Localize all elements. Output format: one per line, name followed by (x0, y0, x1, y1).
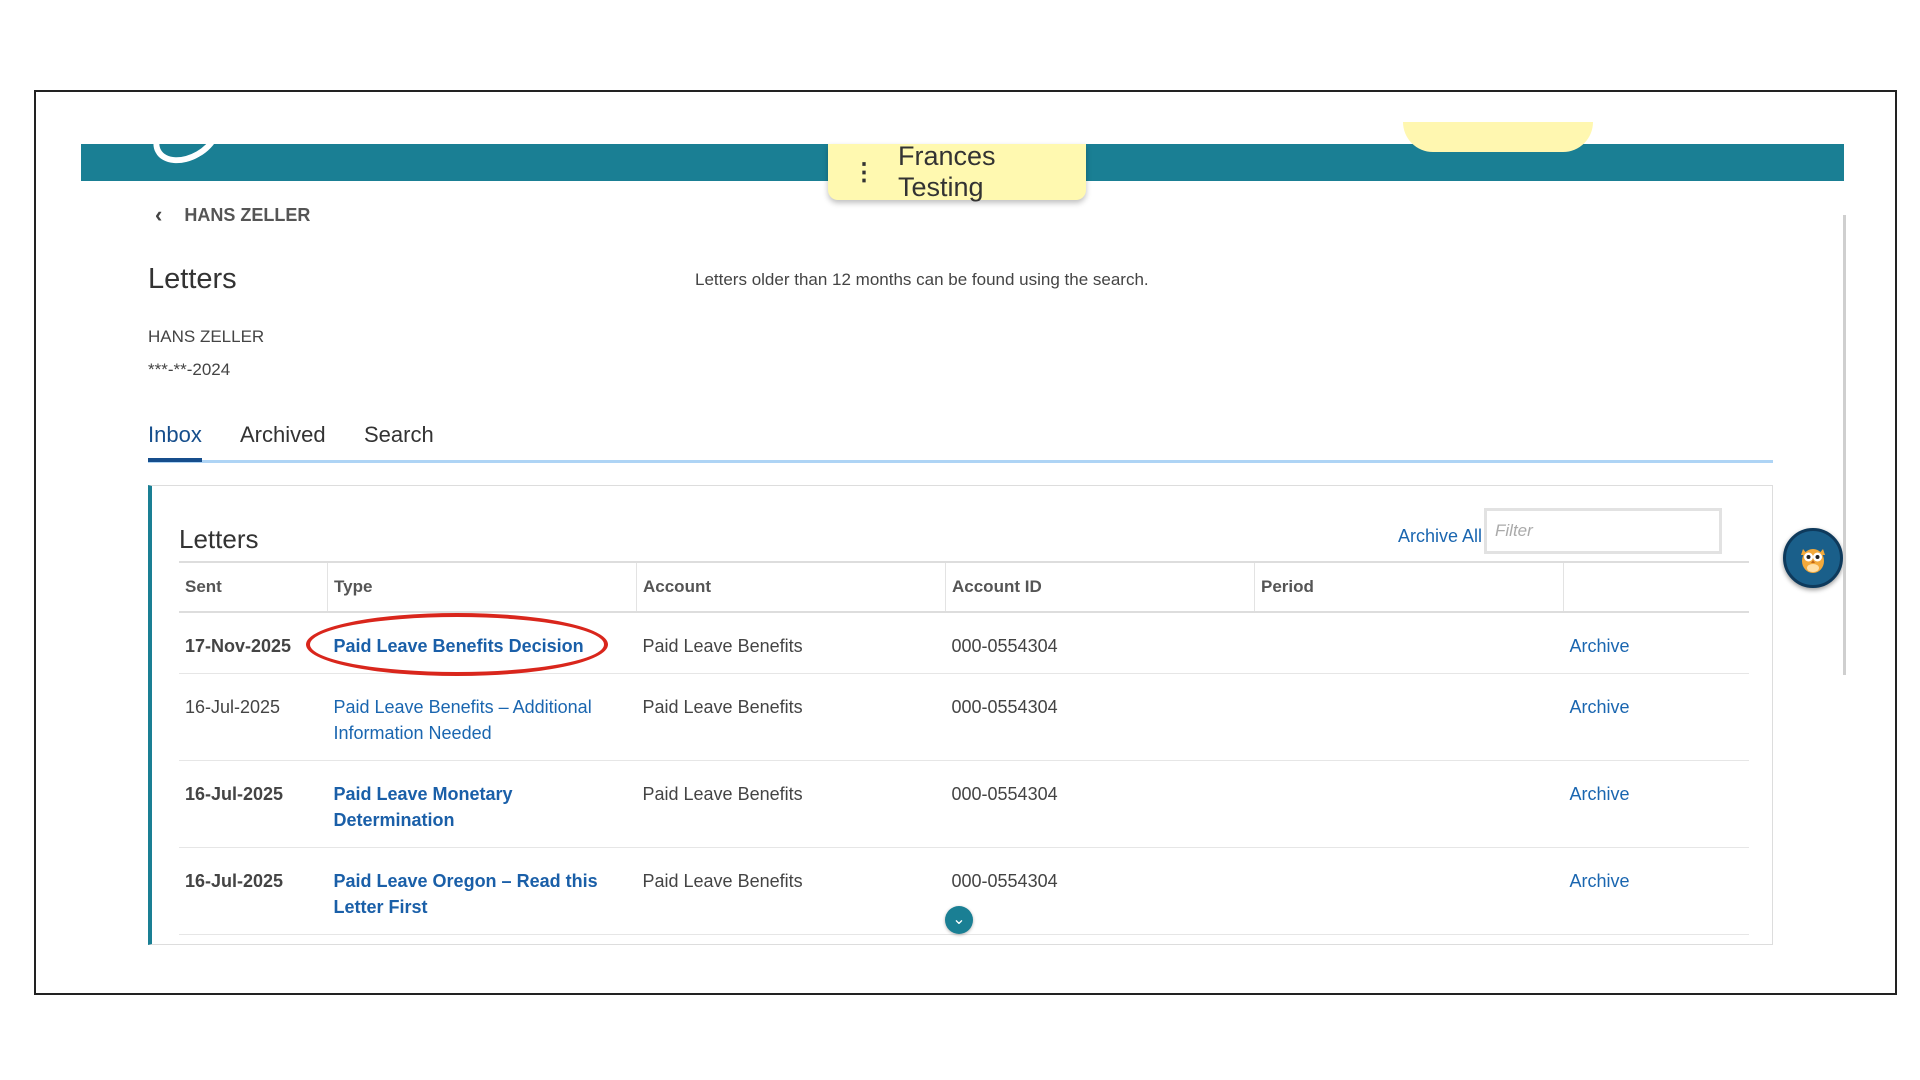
row-period (1254, 612, 1564, 674)
archive-all-button[interactable]: Archive All (1398, 526, 1482, 547)
letter-type-link[interactable]: Paid Leave Benefits – Additional Informa… (334, 697, 592, 743)
row-sent-date: 16-Jul-2025 (179, 760, 328, 848)
row-sent-date: 17-Nov-2025 (179, 612, 328, 674)
row-sent-date: 16-Jul-2025 (179, 847, 328, 935)
column-header-sent[interactable]: Sent (179, 561, 328, 613)
row-account-id: 000-0554304 (945, 612, 1255, 674)
letters-table: Sent Type Account Account ID Period 17-N… (179, 561, 1749, 935)
page-scrollbar[interactable] (1843, 215, 1846, 675)
account-ssn: ***-**-2024 (148, 360, 231, 379)
table-row: 16-Jul-2025 Paid Leave Monetary Determin… (179, 760, 1749, 848)
breadcrumb-label: HANS ZELLER (184, 204, 311, 225)
row-period (1254, 847, 1564, 935)
row-account: Paid Leave Benefits (636, 673, 946, 761)
header-pill[interactable] (1403, 122, 1593, 152)
column-header-account[interactable]: Account (636, 561, 946, 613)
letters-tabs: Inbox Archived Search (148, 422, 1773, 463)
archive-row-button[interactable]: Archive (1570, 636, 1630, 656)
letter-type-link[interactable]: Paid Leave Monetary Determination (334, 784, 513, 830)
owl-icon (1801, 549, 1825, 573)
row-period (1254, 673, 1564, 761)
kebab-menu-icon[interactable]: ⋮ (852, 158, 876, 187)
row-account: Paid Leave Benefits (636, 847, 946, 935)
filter-input[interactable] (1484, 508, 1722, 554)
archive-row-button[interactable]: Archive (1570, 784, 1630, 804)
row-account-id: 000-0554304 (945, 847, 1255, 935)
user-badge-label: Frances Testing (898, 141, 996, 202)
search-notice: Letters older than 12 months can be foun… (695, 270, 1149, 289)
chevron-left-icon: ‹ (155, 202, 163, 227)
letter-type-link[interactable]: Paid Leave Oregon – Read this Letter Fir… (334, 871, 598, 917)
row-sent-date: 16-Jul-2025 (179, 673, 328, 761)
chevron-down-icon[interactable]: ⌄ (945, 906, 973, 934)
tab-search[interactable]: Search (364, 422, 434, 458)
row-account-id: 000-0554304 (945, 760, 1255, 848)
user-badge[interactable]: ⋮ Frances Testing (828, 141, 1086, 202)
table-row: 17-Nov-2025 Paid Leave Benefits Decision… (179, 612, 1749, 674)
archive-row-button[interactable]: Archive (1570, 697, 1630, 717)
column-header-actions (1563, 561, 1749, 613)
letters-panel: Letters Archive All Sent Type Account Ac… (148, 485, 1773, 945)
row-period (1254, 760, 1564, 848)
row-account: Paid Leave Benefits (636, 612, 946, 674)
owl-assistant-icon[interactable] (1783, 528, 1843, 588)
column-header-type[interactable]: Type (327, 561, 637, 613)
breadcrumb-back[interactable]: ‹ HANS ZELLER (155, 202, 310, 228)
panel-title: Letters (179, 524, 259, 554)
letter-type-link[interactable]: Paid Leave Benefits Decision (334, 636, 584, 656)
row-account: Paid Leave Benefits (636, 760, 946, 848)
column-header-period[interactable]: Period (1254, 561, 1564, 613)
account-name: HANS ZELLER (148, 327, 265, 346)
tab-archived[interactable]: Archived (240, 422, 326, 458)
table-header-row: Sent Type Account Account ID Period (179, 561, 1749, 613)
archive-row-button[interactable]: Archive (1570, 871, 1630, 891)
table-row: 16-Jul-2025 Paid Leave Benefits – Additi… (179, 673, 1749, 761)
row-account-id: 000-0554304 (945, 673, 1255, 761)
column-header-account-id[interactable]: Account ID (945, 561, 1255, 613)
tab-inbox[interactable]: Inbox (148, 422, 202, 462)
page-title: Letters (148, 263, 237, 295)
